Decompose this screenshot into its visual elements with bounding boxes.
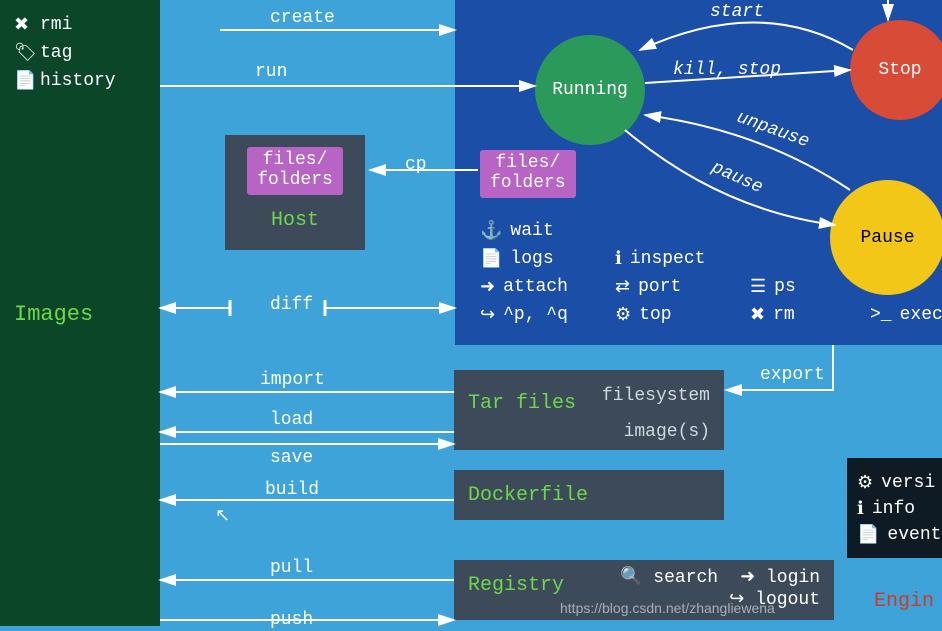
cursor-icon: ↖	[215, 505, 230, 527]
state-running: Running	[535, 35, 645, 145]
tar-box: Tar files filesystem image(s)	[454, 370, 724, 450]
cmd-logs: 📄logs	[480, 248, 615, 270]
dockerfile-title: Dockerfile	[468, 484, 588, 507]
sidebar-label: history	[40, 71, 116, 91]
images-heading: Images	[14, 302, 146, 327]
container-files-folders: files/ folders	[480, 150, 576, 198]
x-icon: ✖	[14, 14, 30, 36]
terminal-icon: >_	[870, 305, 892, 325]
state-stop: Stop	[850, 20, 942, 120]
label-save: save	[270, 448, 313, 468]
doc-icon: 📄	[857, 524, 879, 546]
label-build: build	[265, 480, 319, 500]
sidebar-label: rmi	[40, 15, 72, 35]
tar-images: image(s)	[468, 414, 710, 450]
x-icon: ✖	[750, 304, 765, 326]
registry-login: ➜ login	[740, 566, 820, 588]
engine-info: ℹinfo	[857, 498, 932, 520]
engine-events: 📄event	[857, 524, 932, 546]
sidebar-item-history: 📄 history	[14, 70, 146, 92]
label-load: load	[270, 410, 313, 430]
tar-title: Tar files	[468, 392, 576, 415]
sidebar-label: tag	[40, 43, 72, 63]
sidebar-item-tag: 🏷 tag	[14, 42, 146, 64]
anchor-icon: ⚓	[480, 220, 502, 242]
cmd-port: ⇄port	[615, 276, 750, 298]
list-icon: ☰	[750, 276, 766, 298]
tag-icon: 🏷	[14, 42, 30, 64]
label-run: run	[255, 62, 287, 82]
host-box: files/ folders Host	[225, 135, 365, 250]
label-push: push	[270, 610, 313, 630]
arrow-icon: ➜	[480, 276, 495, 298]
label-pull: pull	[270, 558, 313, 578]
swap-icon: ⇄	[615, 276, 630, 298]
login-icon: ➜	[740, 568, 755, 588]
label-import: import	[260, 370, 325, 390]
watermark: https://blog.csdn.net/zhangliewena	[560, 600, 775, 616]
doc-icon: 📄	[14, 70, 30, 92]
exit-icon: ↪	[480, 304, 495, 326]
info-icon: ℹ	[857, 498, 864, 520]
search-icon: 🔍	[620, 568, 642, 588]
engine-version: ⚙versi	[857, 472, 932, 494]
label-start: start	[710, 2, 764, 22]
cmd-pq: ↪^p, ^q	[480, 304, 615, 326]
label-cp: cp	[405, 155, 427, 175]
label-diff: diff	[270, 295, 313, 315]
sidebar-item-rmi: ✖ rmi	[14, 14, 146, 36]
label-export: export	[760, 365, 825, 385]
cmd-exec: >_exec	[870, 304, 942, 326]
gear-icon: ⚙	[615, 304, 631, 326]
cmd-wait: ⚓wait	[480, 220, 615, 242]
label-create: create	[270, 8, 335, 28]
registry-search: 🔍 search	[620, 566, 718, 588]
cmd-inspect: ℹinspect	[615, 248, 750, 270]
engine-title: Engin	[874, 590, 934, 613]
gear-icon: ⚙	[857, 472, 873, 494]
cmd-attach: ➜attach	[480, 276, 615, 298]
info-icon: ℹ	[615, 248, 622, 270]
engine-box: ⚙versi ℹinfo 📄event	[847, 458, 942, 558]
label-kill-stop: kill, stop	[673, 60, 781, 80]
container-commands: ⚓wait 📄logs ℹinspect ➜attach ⇄port ☰ps ↪…	[480, 220, 942, 326]
cmd-ps: ☰ps	[750, 276, 870, 298]
dockerfile-box: Dockerfile	[454, 470, 724, 520]
images-sidebar: ✖ rmi 🏷 tag 📄 history Images	[0, 0, 160, 626]
doc-icon: 📄	[480, 248, 502, 270]
registry-title: Registry	[468, 574, 564, 597]
host-title: Host	[271, 209, 319, 232]
cmd-top: ⚙top	[615, 304, 750, 326]
cmd-rm: ✖rm	[750, 304, 870, 326]
host-files-folders: files/ folders	[247, 147, 343, 195]
